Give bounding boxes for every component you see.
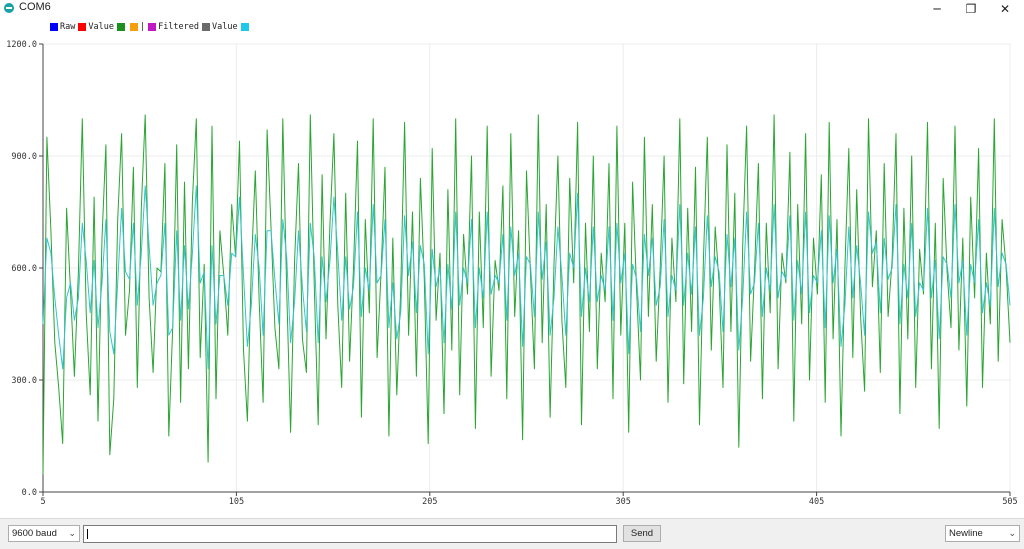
text-caret (87, 529, 88, 539)
baud-rate-select[interactable]: 9600 baud ⌄ (8, 525, 80, 542)
minimize-button[interactable]: ─ (920, 0, 954, 17)
x-tick-label: 505 (1002, 497, 1017, 507)
line-ending-value: Newline (949, 528, 983, 539)
y-tick-label: 600.0 (11, 264, 37, 274)
legend-swatch (116, 23, 125, 31)
arduino-icon (4, 3, 14, 13)
chart-legend: Raw Value | Filtered Value (50, 22, 254, 32)
serial-plotter-chart: 0.0 300.0 600.0 900.0 1200.0 5 105 205 305 405 505 (6, 40, 1017, 507)
legend-label: Value (212, 22, 238, 32)
chevron-down-icon: ⌄ (1008, 528, 1016, 538)
legend-swatch (240, 23, 249, 31)
title-bar: COM6 ─ ❐ ✕ (0, 0, 1024, 17)
x-tick-label: 305 (616, 497, 631, 507)
legend-swatch (202, 23, 211, 31)
chevron-down-icon: ⌄ (68, 528, 76, 538)
close-button[interactable]: ✕ (988, 0, 1022, 17)
legend-swatch (78, 23, 87, 31)
x-tick-label: 405 (809, 497, 824, 507)
send-button[interactable]: Send (623, 525, 661, 542)
legend-swatch (50, 23, 58, 31)
legend-swatch (148, 23, 157, 31)
y-tick-label: 300.0 (11, 376, 37, 386)
legend-label: Raw (60, 22, 76, 32)
legend-label: Value (88, 22, 114, 32)
series-line-0 (42, 114, 1011, 475)
line-ending-select[interactable]: Newline ⌄ (945, 525, 1020, 542)
legend-label: Filtered (158, 22, 200, 32)
y-tick-label: 0.0 (22, 488, 37, 498)
x-tick-label: 105 (229, 497, 244, 507)
legend-label: | (139, 22, 146, 32)
legend-swatch (129, 23, 138, 31)
y-tick-label: 900.0 (11, 152, 37, 162)
baud-rate-value: 9600 baud (12, 528, 57, 539)
window-title: COM6 (19, 1, 51, 13)
y-tick-label: 1200.0 (6, 40, 37, 50)
serial-message-input[interactable] (83, 525, 617, 543)
x-tick-label: 5 (40, 497, 45, 507)
maximize-button[interactable]: ❐ (954, 0, 988, 17)
x-tick-label: 205 (422, 497, 437, 507)
